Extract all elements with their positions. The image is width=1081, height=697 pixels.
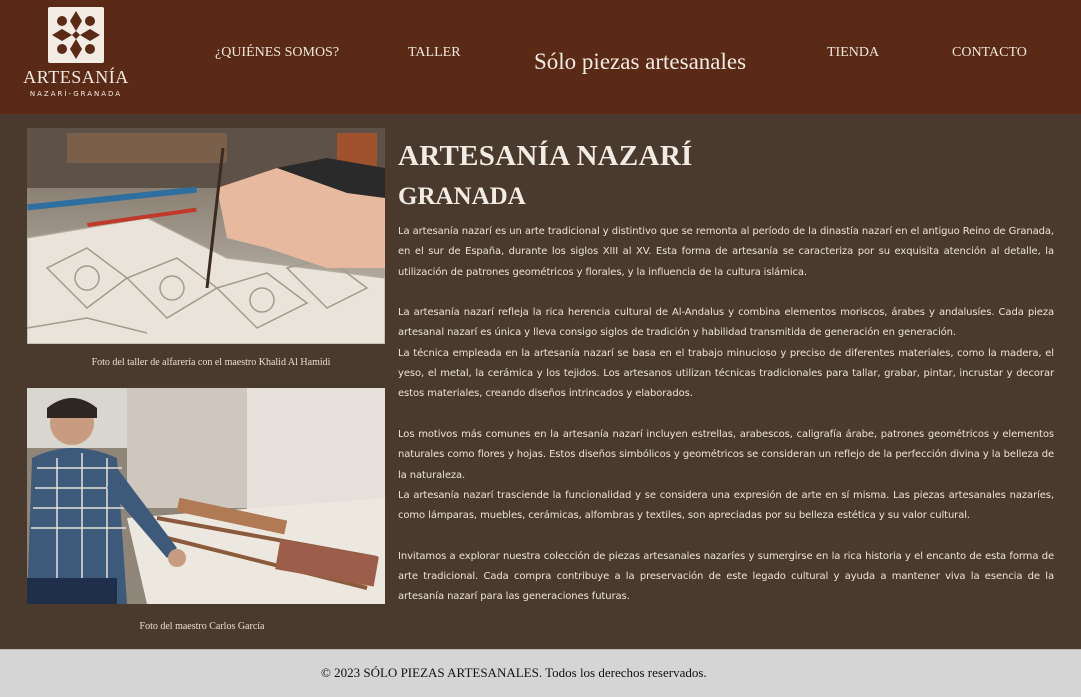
main-content: Foto del taller de alfarería con el maes…	[0, 114, 1081, 649]
article-title: ARTESANÍA NAZARÍ	[398, 140, 693, 172]
header-tagline: Sólo piezas artesanales	[534, 49, 747, 74]
photo-caption: Foto del maestro Carlos García	[139, 621, 265, 632]
logo-title: ARTESANÍA	[23, 67, 129, 87]
article-paragraph: Los motivos más comunes en la artesanía …	[398, 428, 1054, 481]
copyright-text: © 2023 SÓLO PIEZAS ARTESANALES. Todos lo…	[321, 665, 707, 680]
article-paragraph: La artesanía nazarí trasciende la funcio…	[398, 489, 1054, 522]
article-subtitle: GRANADA	[398, 183, 526, 210]
nav-link-tienda[interactable]: TIENDA	[827, 45, 879, 61]
nav-link-quienes-somos[interactable]: ¿QUIÉNES SOMOS?	[215, 45, 339, 61]
article: ARTESANÍA NAZARÍ GRANADA La artesanía na…	[398, 136, 1054, 608]
article-paragraph: La técnica empleada en la artesanía naza…	[398, 347, 1054, 400]
nav-link-taller[interactable]: TALLER	[408, 45, 461, 61]
article-paragraph: La artesanía nazarí es un arte tradicion…	[398, 226, 1054, 278]
nav-link-contacto[interactable]: CONTACTO	[952, 45, 1027, 61]
article-paragraph: La artesanía nazarí refleja la rica here…	[398, 307, 1054, 339]
workshop-photo	[27, 128, 385, 344]
photo-caption: Foto del taller de alfarería con el maes…	[91, 357, 331, 368]
site-header: ARTESANÍA NAZARÍ-GRANADA ¿QUIÉNES SOMOS?…	[0, 0, 1081, 114]
craftsman-image	[27, 388, 385, 604]
geometric-star-pattern-icon	[48, 7, 104, 63]
article-paragraph: Invitamos a explorar nuestra colección d…	[398, 550, 1054, 603]
site-footer: © 2023 SÓLO PIEZAS ARTESANALES. Todos lo…	[0, 649, 1081, 697]
craftsman-photo	[27, 388, 385, 604]
logo-subtitle: NAZARÍ-GRANADA	[29, 90, 123, 98]
carving-image	[27, 128, 385, 344]
logo[interactable]: ARTESANÍA NAZARÍ-GRANADA	[20, 7, 132, 101]
